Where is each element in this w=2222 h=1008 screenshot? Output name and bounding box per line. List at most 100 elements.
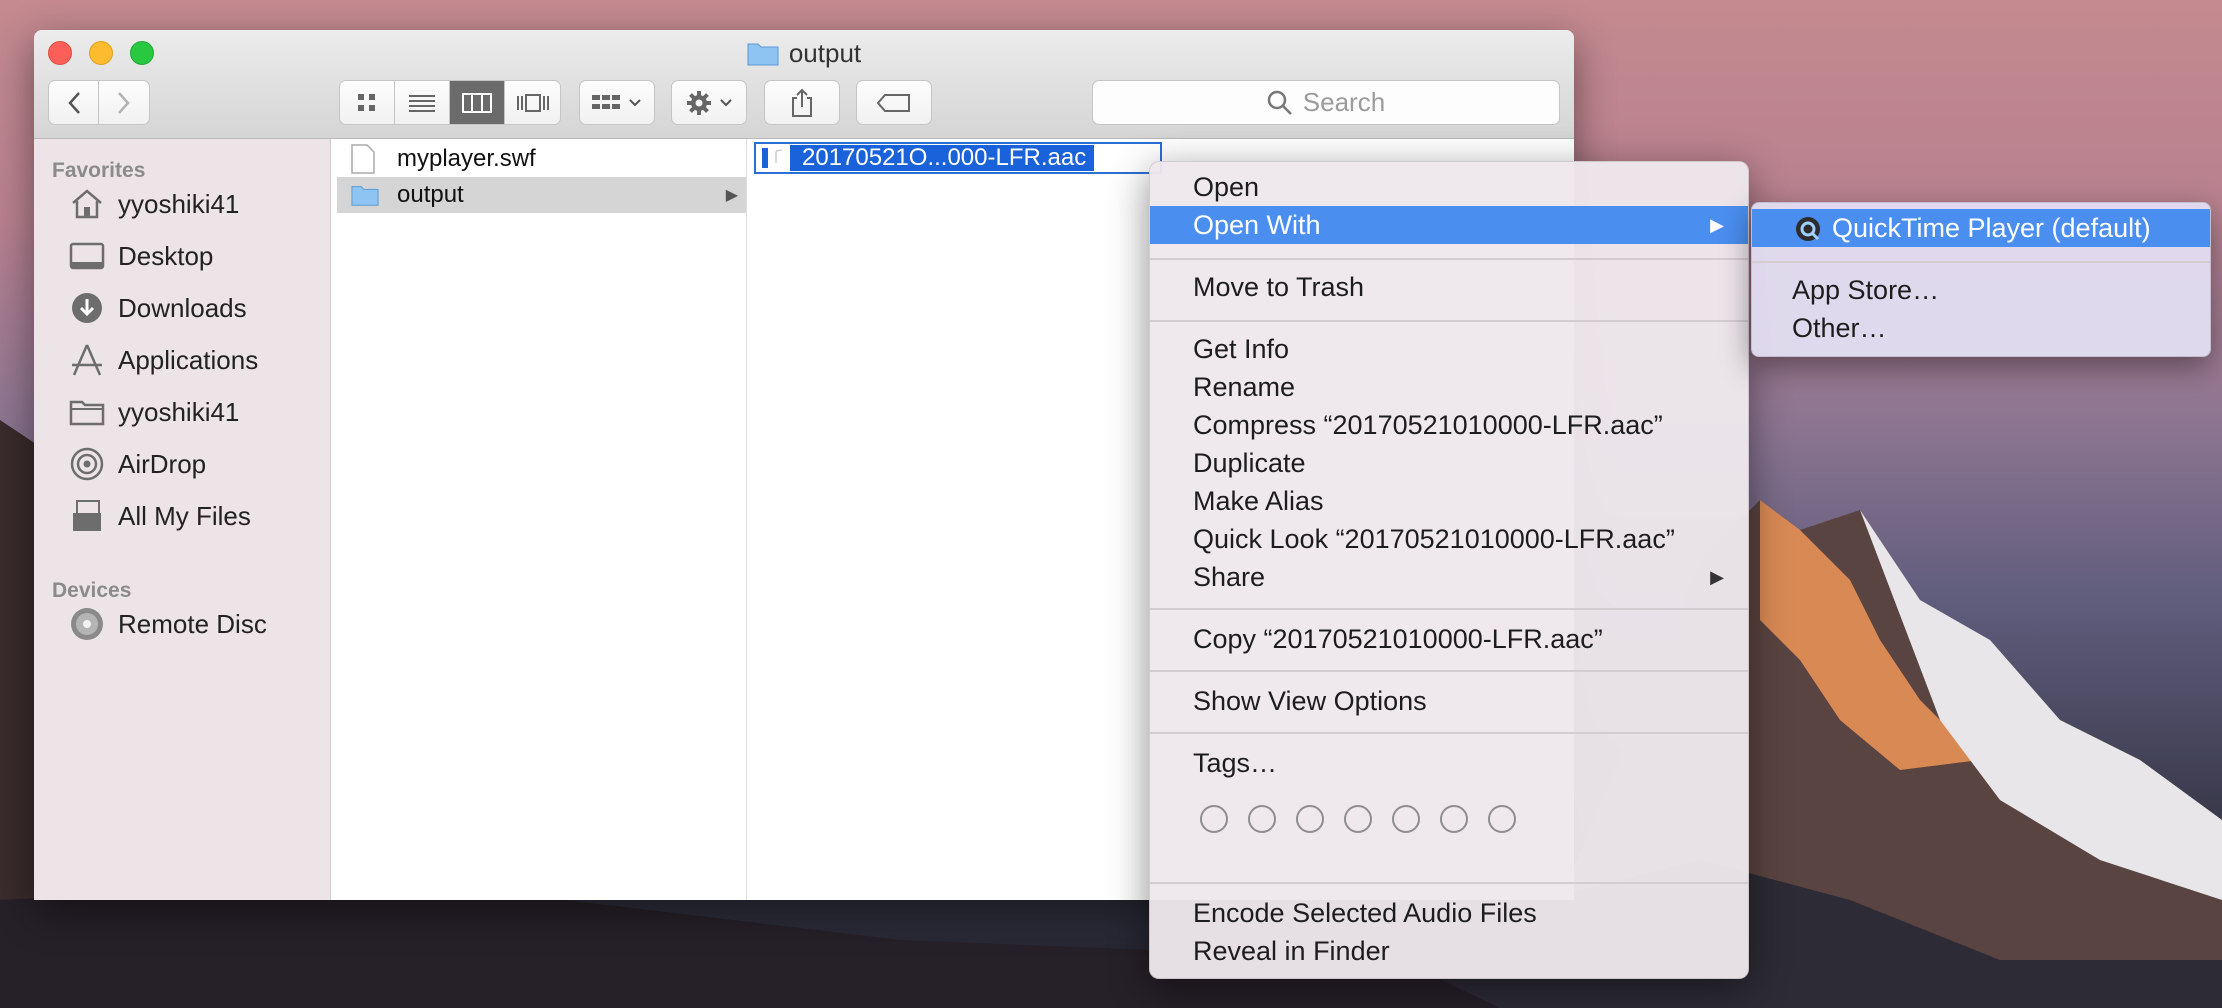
arrange-icon xyxy=(592,94,620,109)
menu-separator xyxy=(1150,670,1748,672)
menu-item-open[interactable]: Open xyxy=(1150,168,1748,206)
sidebar-item-remote-disc[interactable]: Remote Disc xyxy=(68,604,267,644)
sidebar-item-downloads[interactable]: Downloads xyxy=(68,288,247,328)
tag-icon xyxy=(876,93,910,112)
sidebar-item-user-folder[interactable]: yyoshiki41 xyxy=(68,392,239,432)
menu-item-open-with[interactable]: Open With ▶ xyxy=(1150,206,1748,244)
tag-color-dot[interactable] xyxy=(1296,805,1324,833)
menu-item-get-info[interactable]: Get Info xyxy=(1150,330,1748,368)
toolbar: output Search xyxy=(34,30,1574,139)
window-title: output xyxy=(34,38,1574,73)
file-row[interactable]: myplayer.swf xyxy=(337,141,746,177)
file-name: myplayer.swf xyxy=(397,145,536,172)
column-view-button[interactable] xyxy=(450,81,505,124)
menu-item-show-view-options[interactable]: Show View Options xyxy=(1150,682,1748,720)
menu-item-copy[interactable]: Copy “20170521010000-LFR.aac” xyxy=(1150,620,1748,658)
folder-icon xyxy=(351,183,379,207)
menu-item-label: QuickTime Player (default) xyxy=(1832,213,2151,243)
back-forward-buttons xyxy=(48,80,150,125)
sidebar-item-label: AirDrop xyxy=(118,448,207,479)
gallery-view-button[interactable] xyxy=(505,81,560,124)
menu-item-encode-audio[interactable]: Encode Selected Audio Files xyxy=(1150,894,1748,932)
desktop-icon xyxy=(68,237,106,275)
selected-file-row[interactable]: 20170521О...000-LFR.aac xyxy=(754,142,1162,174)
view-mode-selector xyxy=(339,80,561,125)
share-icon xyxy=(792,88,812,117)
document-icon xyxy=(351,144,379,174)
icon-view-button[interactable] xyxy=(340,81,395,124)
menu-separator xyxy=(1150,608,1748,610)
sidebar-item-label: Applications xyxy=(118,344,259,375)
list-view-button[interactable] xyxy=(395,81,450,124)
menu-item-duplicate[interactable]: Duplicate xyxy=(1150,444,1748,482)
search-field[interactable]: Search xyxy=(1092,80,1560,125)
window-title-text: output xyxy=(788,38,862,68)
list-icon xyxy=(409,94,435,112)
submenu-arrow-icon: ▶ xyxy=(1710,215,1724,235)
menu-separator xyxy=(1150,882,1748,884)
disclosure-triangle-icon: ▶ xyxy=(725,187,738,204)
back-icon[interactable] xyxy=(49,81,99,124)
menu-separator xyxy=(1150,732,1748,734)
tag-color-dot[interactable] xyxy=(1248,805,1276,833)
action-button[interactable] xyxy=(671,80,747,125)
folder-icon xyxy=(747,40,779,73)
menu-item-make-alias[interactable]: Make Alias xyxy=(1150,482,1748,520)
favorites-header: Favorites xyxy=(52,159,146,182)
sidebar-item-label: Remote Disc xyxy=(118,608,267,639)
search-placeholder: Search xyxy=(1302,87,1386,117)
sidebar-item-all-my-files[interactable]: All My Files xyxy=(68,496,251,536)
tag-color-dot[interactable] xyxy=(1488,805,1516,833)
coverflow-icon xyxy=(516,93,549,112)
sidebar-item-label: Desktop xyxy=(118,240,214,271)
submenu-item-quicktime[interactable]: QuickTime Player (default) xyxy=(1752,209,2210,247)
gear-icon xyxy=(687,90,711,115)
all-files-icon xyxy=(68,497,106,535)
submenu-item-app-store[interactable]: App Store… xyxy=(1752,271,2210,309)
tags-button[interactable] xyxy=(856,80,932,125)
menu-separator xyxy=(1752,261,2210,263)
sidebar-item-applications[interactable]: Applications xyxy=(68,340,258,380)
menu-item-reveal-in-finder[interactable]: Reveal in Finder xyxy=(1150,932,1748,970)
sidebar-item-label: All My Files xyxy=(118,500,251,531)
sidebar-item-label: yyoshiki41 xyxy=(118,188,240,219)
share-button[interactable] xyxy=(764,80,840,125)
menu-separator xyxy=(1150,258,1748,260)
audio-file-icon xyxy=(762,147,786,174)
sidebar-item-label: yyoshiki41 xyxy=(118,396,240,427)
menu-item-tags[interactable]: Tags… xyxy=(1150,744,1748,782)
menu-item-rename[interactable]: Rename xyxy=(1150,368,1748,406)
context-menu: Open Open With ▶ Move to Trash Get Info … xyxy=(1149,161,1749,979)
forward-icon[interactable] xyxy=(99,91,149,115)
arrange-button[interactable] xyxy=(579,80,655,125)
disc-icon xyxy=(68,605,106,643)
sidebar-item-desktop[interactable]: Desktop xyxy=(68,236,213,276)
tag-color-dot[interactable] xyxy=(1344,805,1372,833)
downloads-icon xyxy=(68,289,106,327)
sidebar-item-label: Downloads xyxy=(118,292,247,323)
menu-item-quick-look[interactable]: Quick Look “20170521010000-LFR.aac” xyxy=(1150,520,1748,558)
tag-color-dot[interactable] xyxy=(1200,805,1228,833)
chevron-down-icon xyxy=(720,98,732,106)
menu-item-share[interactable]: Share ▶ xyxy=(1150,558,1748,596)
column-1: myplayer.swf output ▶ xyxy=(337,139,747,900)
submenu-item-other[interactable]: Other… xyxy=(1752,309,2210,347)
search-icon xyxy=(1267,90,1292,115)
menu-item-move-to-trash[interactable]: Move to Trash xyxy=(1150,268,1748,306)
open-with-submenu: QuickTime Player (default) App Store… Ot… xyxy=(1751,202,2211,357)
submenu-arrow-icon: ▶ xyxy=(1710,567,1724,587)
tag-color-dot[interactable] xyxy=(1440,805,1468,833)
menu-separator xyxy=(1150,320,1748,322)
applications-icon xyxy=(68,341,106,379)
home-icon xyxy=(68,185,106,223)
menu-item-compress[interactable]: Compress “20170521010000-LFR.aac” xyxy=(1150,406,1748,444)
folder-row[interactable]: output ▶ xyxy=(337,177,746,213)
chevron-down-icon xyxy=(629,98,641,106)
sidebar-item-airdrop[interactable]: AirDrop xyxy=(68,444,206,484)
airdrop-icon xyxy=(68,445,106,483)
grid-icon xyxy=(358,93,375,111)
tag-color-dot[interactable] xyxy=(1392,805,1420,833)
quicktime-icon xyxy=(1794,215,1822,253)
sidebar-item-home[interactable]: yyoshiki41 xyxy=(68,184,239,224)
columns-icon xyxy=(462,92,492,113)
